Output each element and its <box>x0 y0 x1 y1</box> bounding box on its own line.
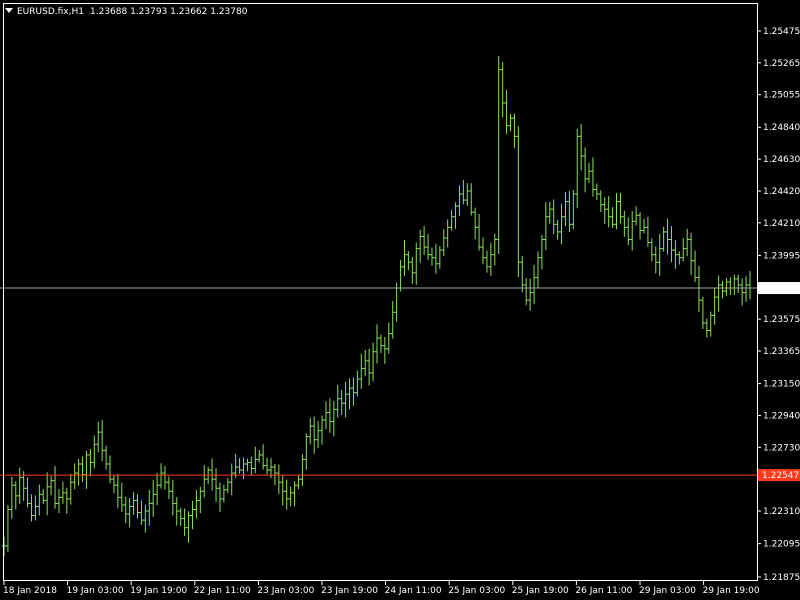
time-tick-label: 19 Jan 03:00 <box>67 586 124 596</box>
price-tick-label: 1.22095 <box>763 540 800 550</box>
price-tick-label: 1.25475 <box>763 27 800 37</box>
symbol-label: EURUSD.fix,H1 <box>17 7 84 17</box>
price-tick-label: 1.24840 <box>763 123 800 133</box>
price-tick-label: 1.22730 <box>763 443 800 453</box>
price-tick-label: 1.23575 <box>763 315 800 325</box>
price-tick-label: 1.21875 <box>763 573 800 583</box>
time-tick-label: 22 Jan 11:00 <box>194 586 251 596</box>
time-tick-label: 24 Jan 11:00 <box>385 586 442 596</box>
chart-background <box>0 0 800 600</box>
time-tick-label: 19 Jan 19:00 <box>130 586 187 596</box>
price-tick-label: 1.24420 <box>763 187 800 197</box>
time-tick-label: 23 Jan 19:00 <box>321 586 378 596</box>
time-tick-label: 25 Jan 19:00 <box>512 586 569 596</box>
time-tick-label: 29 Jan 03:00 <box>639 586 696 596</box>
price-tick-label: 1.23365 <box>763 347 800 357</box>
time-tick-label: 29 Jan 19:00 <box>703 586 760 596</box>
price-tick-label: 1.22940 <box>763 411 800 421</box>
time-tick-label: 25 Jan 03:00 <box>448 586 505 596</box>
price-tick-label: 1.23995 <box>763 251 800 261</box>
time-tick-label: 26 Jan 11:00 <box>575 586 632 596</box>
current-price-label: 1.23780 <box>762 284 799 294</box>
time-tick-label: 23 Jan 03:00 <box>257 586 314 596</box>
price-tick-label: 1.24630 <box>763 155 800 165</box>
price-tick-label: 1.24210 <box>763 219 800 229</box>
price-tick-label: 1.22310 <box>763 507 800 517</box>
ohlc-values: 1.23688 1.23793 1.23662 1.23780 <box>90 7 248 17</box>
chart-header: EURUSD.fix,H1 1.23688 1.23793 1.23662 1.… <box>5 7 248 17</box>
time-tick-label: 18 Jan 2018 <box>3 586 57 596</box>
price-chart[interactable]: 1.25475 1.25265 1.25055 1.24840 1.24630 1.244… <box>0 0 800 600</box>
price-tick-label: 1.25055 <box>763 91 800 101</box>
price-tick-label: 1.23150 <box>763 380 800 390</box>
price-tick-label: 1.25265 <box>763 59 800 69</box>
alert-level-label: 1.22547 <box>762 471 799 481</box>
